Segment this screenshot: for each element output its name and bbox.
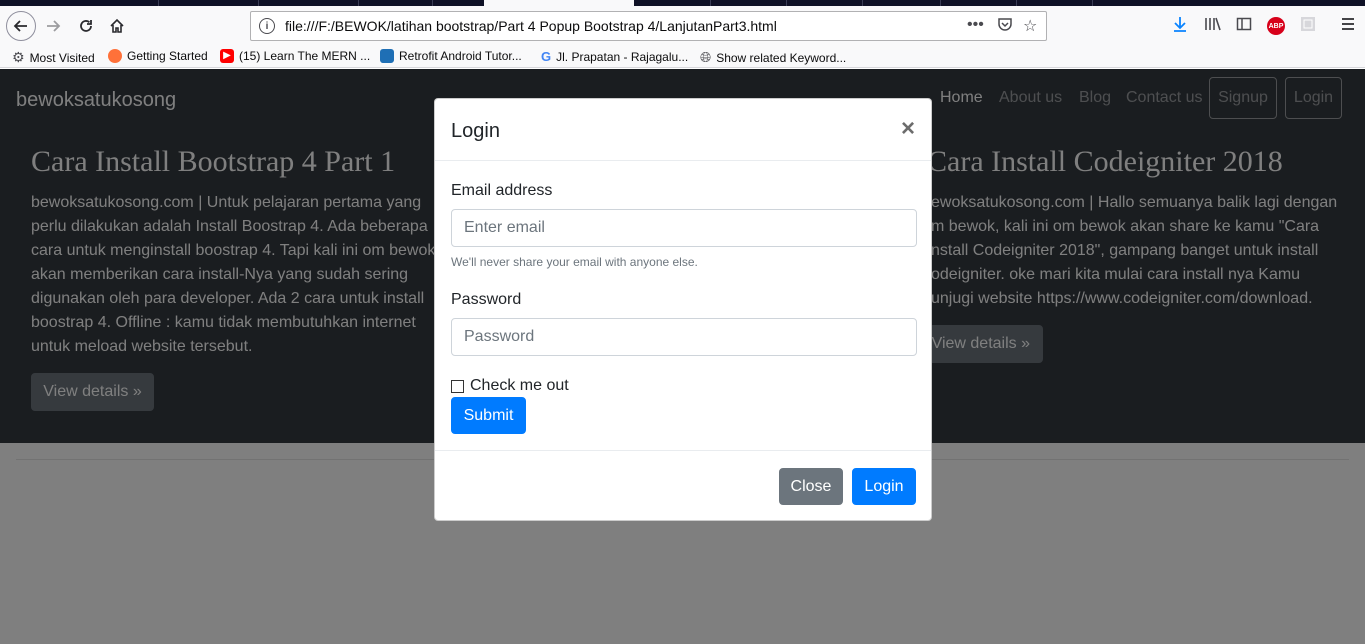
youtube-icon: ▶: [220, 49, 234, 63]
login-button[interactable]: Login: [852, 468, 916, 505]
email-input[interactable]: [451, 209, 917, 247]
bookmarks-bar: ⚙ Most Visited Getting Started ▶ (15) Le…: [0, 46, 1365, 68]
gear-icon: ⚙: [12, 49, 25, 65]
check-me-out-row[interactable]: Check me out: [451, 377, 569, 395]
url-text[interactable]: file:///F:/BEWOK/latihan bootstrap/Part …: [285, 18, 777, 34]
check-me-out-label[interactable]: Check me out: [470, 377, 569, 395]
modal-footer-divider: [435, 450, 931, 451]
close-icon[interactable]: ×: [901, 117, 915, 141]
bookmark-label: Getting Started: [127, 49, 208, 63]
page-actions-icon[interactable]: •••: [967, 16, 984, 34]
back-button[interactable]: [6, 11, 36, 41]
google-icon: G: [541, 49, 552, 64]
password-label: Password: [451, 291, 522, 308]
download-icon[interactable]: [1172, 16, 1188, 37]
check-me-out-checkbox[interactable]: [451, 379, 464, 393]
bookmark-item[interactable]: 🌐︎ Show related Keyword...: [700, 49, 846, 66]
url-bar[interactable]: i file:///F:/BEWOK/latihan bootstrap/Par…: [250, 11, 1047, 41]
email-label: Email address: [451, 182, 553, 199]
bookmark-icon: [380, 49, 394, 63]
bookmark-label: Most Visited: [29, 50, 95, 65]
email-help-text: We'll never share your email with anyone…: [451, 255, 698, 269]
login-modal: Login × Email address We'll never share …: [434, 98, 932, 521]
close-button[interactable]: Close: [779, 468, 843, 505]
extension-icon[interactable]: [1300, 16, 1316, 37]
adblock-plus-icon[interactable]: ABP: [1267, 17, 1285, 35]
bookmark-item[interactable]: Getting Started: [108, 49, 208, 63]
firefox-icon: [108, 49, 122, 63]
sidebar-icon[interactable]: [1236, 16, 1252, 37]
bookmark-label: Show related Keyword...: [716, 50, 847, 65]
info-icon[interactable]: i: [259, 18, 275, 34]
browser-toolbar: i file:///F:/BEWOK/latihan bootstrap/Par…: [0, 6, 1365, 46]
forward-arrow-icon: [47, 20, 61, 32]
back-arrow-icon: [13, 20, 27, 32]
bookmark-item[interactable]: G Jl. Prapatan - Rajagalu...: [541, 49, 688, 64]
forward-button[interactable]: [38, 11, 68, 41]
reload-icon: [80, 20, 92, 32]
bookmark-label: Retrofit Android Tutor...: [399, 49, 522, 63]
menu-icon[interactable]: [1340, 16, 1356, 37]
bookmark-label: Jl. Prapatan - Rajagalu...: [556, 49, 689, 64]
modal-header: Login ×: [435, 99, 931, 161]
reload-button[interactable]: [71, 11, 101, 41]
globe-icon: 🌐︎: [700, 49, 712, 65]
star-icon[interactable]: ☆: [1023, 16, 1037, 36]
bookmark-item[interactable]: Retrofit Android Tutor...: [380, 49, 522, 63]
submit-button[interactable]: Submit: [451, 397, 526, 434]
bookmark-item[interactable]: ⚙ Most Visited: [12, 49, 95, 66]
library-icon[interactable]: [1204, 16, 1222, 37]
modal-title: Login: [451, 120, 500, 142]
pocket-icon[interactable]: [997, 16, 1013, 37]
home-button[interactable]: [102, 11, 132, 41]
home-icon: [110, 18, 124, 33]
password-input[interactable]: [451, 318, 917, 356]
bookmark-item[interactable]: ▶ (15) Learn The MERN ...: [220, 49, 370, 63]
bookmark-label: (15) Learn The MERN ...: [239, 49, 371, 63]
